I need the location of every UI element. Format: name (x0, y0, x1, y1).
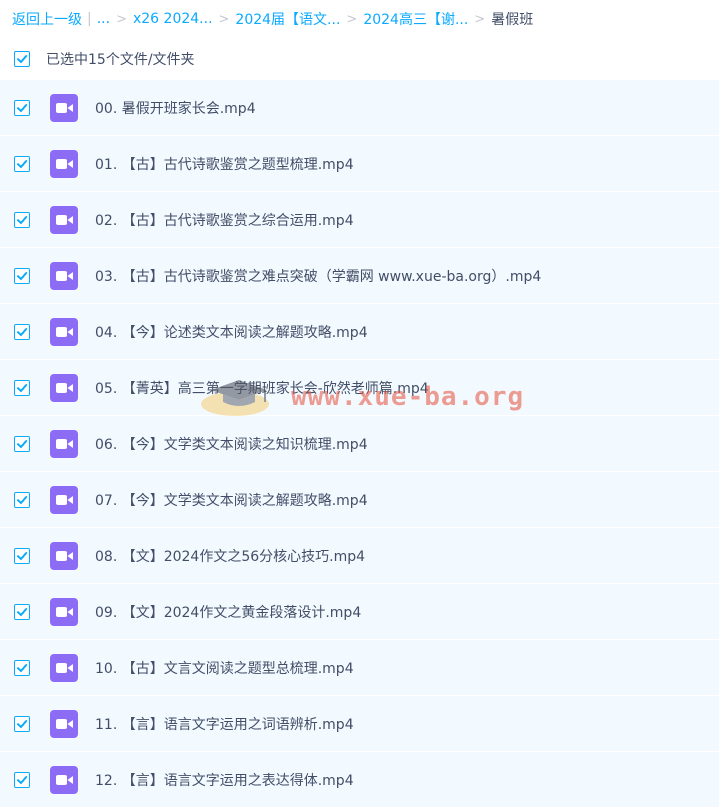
file-list: 00. 暑假开班家长会.mp4 01. 【古】古代诗歌鉴赏之题型梳理.mp4 02.… (0, 80, 719, 808)
camera-icon (56, 775, 73, 785)
video-file-icon (50, 318, 78, 346)
file-name[interactable]: 10. 【古】文言文阅读之题型总梳理.mp4 (95, 658, 354, 678)
checkmark-icon (17, 440, 28, 448)
file-checkbox[interactable] (14, 324, 30, 340)
breadcrumb-separator: > (116, 11, 127, 27)
video-file-icon (50, 206, 78, 234)
file-name[interactable]: 08. 【文】2024作文之56分核心技巧.mp4 (95, 546, 365, 566)
video-file-icon (50, 94, 78, 122)
select-all-checkbox[interactable] (14, 51, 30, 67)
camera-icon (56, 215, 73, 225)
video-file-icon (50, 262, 78, 290)
file-checkbox[interactable] (14, 772, 30, 788)
file-row[interactable]: 01. 【古】古代诗歌鉴赏之题型梳理.mp4 (0, 136, 719, 192)
file-row[interactable]: 04. 【今】论述类文本阅读之解题攻略.mp4 (0, 304, 719, 360)
camera-icon (56, 103, 73, 113)
file-row[interactable]: 06. 【今】文学类文本阅读之知识梳理.mp4 (0, 416, 719, 472)
file-row[interactable]: 05. 【菁英】高三第一学期班家长会-欣然老师篇.mp4 (0, 360, 719, 416)
camera-icon (56, 159, 73, 169)
file-checkbox[interactable] (14, 492, 30, 508)
breadcrumb-item[interactable]: 2024届【语文... (235, 9, 340, 29)
video-file-icon (50, 598, 78, 626)
camera-icon (56, 663, 73, 673)
file-row[interactable]: 00. 暑假开班家长会.mp4 (0, 80, 719, 136)
file-row[interactable]: 08. 【文】2024作文之56分核心技巧.mp4 (0, 528, 719, 584)
selection-count-label: 已选中15个文件/文件夹 (46, 52, 195, 68)
camera-icon (56, 719, 73, 729)
breadcrumb-item[interactable]: 2024高三【谢... (363, 9, 468, 29)
camera-icon (56, 607, 73, 617)
file-row[interactable]: 12. 【言】语言文字运用之表达得体.mp4 (0, 752, 719, 808)
breadcrumb-item[interactable]: x26 2024... (133, 11, 213, 27)
checkmark-icon (17, 720, 28, 728)
camera-icon (56, 439, 73, 449)
file-name[interactable]: 07. 【今】文学类文本阅读之解题攻略.mp4 (95, 490, 368, 510)
file-checkbox[interactable] (14, 100, 30, 116)
checkmark-icon (17, 664, 28, 672)
file-checkbox[interactable] (14, 548, 30, 564)
checkmark-icon (17, 216, 28, 224)
file-name[interactable]: 05. 【菁英】高三第一学期班家长会-欣然老师篇.mp4 (95, 378, 429, 398)
file-row[interactable]: 10. 【古】文言文阅读之题型总梳理.mp4 (0, 640, 719, 696)
video-file-icon (50, 710, 78, 738)
file-name[interactable]: 12. 【言】语言文字运用之表达得体.mp4 (95, 770, 354, 790)
file-name[interactable]: 01. 【古】古代诗歌鉴赏之题型梳理.mp4 (95, 154, 354, 174)
file-checkbox[interactable] (14, 436, 30, 452)
file-row[interactable]: 07. 【今】文学类文本阅读之解题攻略.mp4 (0, 472, 719, 528)
file-name[interactable]: 03. 【古】古代诗歌鉴赏之难点突破（学霸网 www.xue-ba.org）.m… (95, 266, 541, 286)
video-file-icon (50, 486, 78, 514)
file-checkbox[interactable] (14, 716, 30, 732)
camera-icon (56, 271, 73, 281)
checkmark-icon (17, 272, 28, 280)
breadcrumb-ellipsis[interactable]: ... (97, 11, 110, 27)
checkmark-icon (17, 552, 28, 560)
file-name[interactable]: 04. 【今】论述类文本阅读之解题攻略.mp4 (95, 322, 368, 342)
camera-icon (56, 551, 73, 561)
checkmark-icon (17, 608, 28, 616)
video-file-icon (50, 542, 78, 570)
checkmark-icon (17, 496, 28, 504)
file-name[interactable]: 09. 【文】2024作文之黄金段落设计.mp4 (95, 602, 361, 622)
file-row[interactable]: 11. 【言】语言文字运用之词语辨析.mp4 (0, 696, 719, 752)
breadcrumb: 返回上一级 | ... > x26 2024... > 2024届【语文... … (0, 0, 719, 38)
breadcrumb-separator: > (474, 11, 486, 27)
file-row[interactable]: 02. 【古】古代诗歌鉴赏之综合运用.mp4 (0, 192, 719, 248)
camera-icon (56, 495, 73, 505)
video-file-icon (50, 430, 78, 458)
checkmark-icon (17, 776, 28, 784)
file-row[interactable]: 09. 【文】2024作文之黄金段落设计.mp4 (0, 584, 719, 640)
checkmark-icon (17, 104, 28, 112)
file-name[interactable]: 06. 【今】文学类文本阅读之知识梳理.mp4 (95, 434, 368, 454)
checkmark-icon (17, 328, 28, 336)
file-row[interactable]: 03. 【古】古代诗歌鉴赏之难点突破（学霸网 www.xue-ba.org）.m… (0, 248, 719, 304)
file-checkbox[interactable] (14, 660, 30, 676)
video-file-icon (50, 374, 78, 402)
file-name[interactable]: 00. 暑假开班家长会.mp4 (95, 98, 256, 118)
file-checkbox[interactable] (14, 380, 30, 396)
file-checkbox[interactable] (14, 212, 30, 228)
video-file-icon (50, 654, 78, 682)
camera-icon (56, 383, 73, 393)
breadcrumb-current: 暑假班 (491, 12, 534, 28)
checkmark-icon (17, 55, 28, 63)
file-name[interactable]: 11. 【言】语言文字运用之词语辨析.mp4 (95, 714, 354, 734)
breadcrumb-separator: > (218, 11, 230, 27)
checkmark-icon (17, 384, 28, 392)
file-checkbox[interactable] (14, 268, 30, 284)
camera-icon (56, 327, 73, 337)
file-checkbox[interactable] (14, 156, 30, 172)
breadcrumb-divider: | (87, 11, 92, 27)
back-link[interactable]: 返回上一级 (12, 9, 82, 29)
video-file-icon (50, 766, 78, 794)
selection-bar: 已选中15个文件/文件夹 (0, 40, 719, 78)
video-file-icon (50, 150, 78, 178)
file-name[interactable]: 02. 【古】古代诗歌鉴赏之综合运用.mp4 (95, 210, 354, 230)
breadcrumb-separator: > (346, 11, 358, 27)
file-checkbox[interactable] (14, 604, 30, 620)
checkmark-icon (17, 160, 28, 168)
